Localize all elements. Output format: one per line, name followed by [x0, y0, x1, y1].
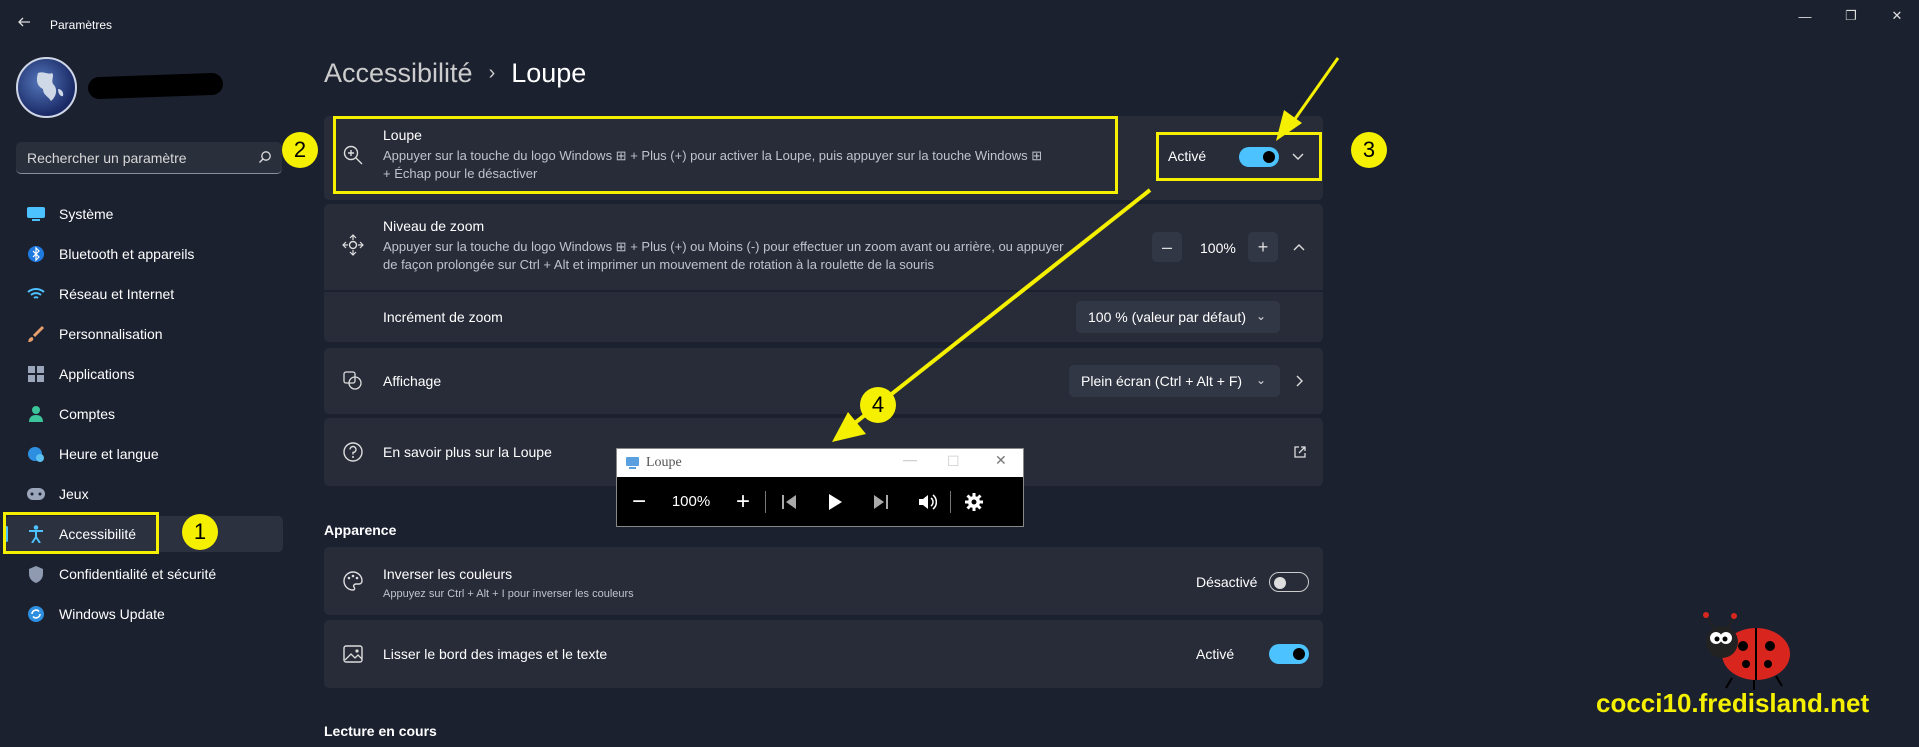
magnifier-maximize-icon[interactable]: ☐ [947, 454, 960, 471]
magnifier-app-icon [626, 457, 639, 469]
annotation-arrows [832, 57, 1340, 442]
annotation-number-4: 4 [860, 387, 896, 423]
magnifier-toolbar: − 100% + [617, 477, 1023, 526]
magnifier-zoom-value: 100% [671, 493, 711, 510]
annotation-number-1: 1 [182, 514, 218, 550]
magnifier-zoom-in-icon[interactable]: + [721, 488, 765, 516]
ladybug-mascot [1703, 612, 1790, 690]
annotation-number-2: 2 [282, 132, 318, 168]
settings-gear-icon[interactable] [951, 492, 997, 512]
read-aloud-icon[interactable] [904, 493, 950, 511]
magnifier-window[interactable]: Loupe — ☐ ✕ − 100% + [616, 448, 1024, 527]
magnifier-titlebar[interactable]: Loupe — ☐ ✕ [617, 449, 1023, 477]
next-icon[interactable] [858, 494, 904, 510]
magnifier-title: Loupe [646, 455, 682, 470]
play-icon[interactable] [812, 493, 858, 511]
previous-icon[interactable] [766, 494, 812, 510]
annotation-number-3: 3 [1351, 132, 1387, 168]
watermark: cocci10.fredisland.net [1596, 688, 1870, 718]
magnifier-zoom-out-icon[interactable]: − [617, 488, 661, 516]
magnifier-minimize-icon[interactable]: — [903, 453, 917, 469]
magnifier-close-icon[interactable]: ✕ [995, 453, 1007, 470]
